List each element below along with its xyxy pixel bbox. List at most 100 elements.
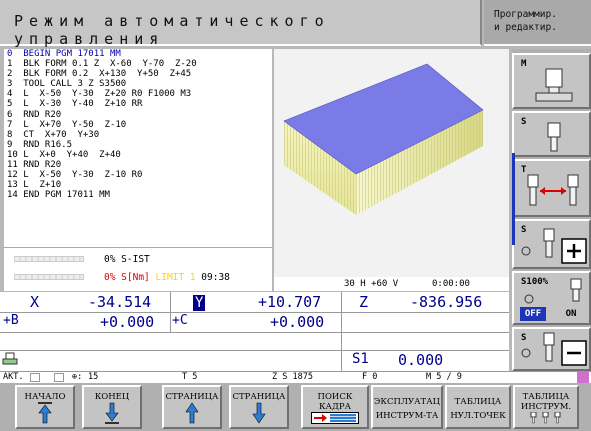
program-line[interactable]: 7 L X+70 Y-50 Z-10 [4, 120, 272, 130]
softkey-tool-table[interactable]: ТАБЛИЦА ИНСТРУМ. [513, 385, 579, 429]
axis-y-label: Y [193, 295, 206, 311]
view-angle: 30 H +60 V [344, 279, 399, 289]
s-function-softkey[interactable]: S [512, 111, 591, 157]
spindle-s-icon [547, 122, 561, 152]
bottom-softkey-bar: НАЧАЛО КОНЕЦ СТРАНИЦА СТРАНИЦА ПОИСК КАД… [0, 383, 591, 431]
position-display: X -34.514 Y +10.707 Z -836.956 +B +0.000… [0, 292, 509, 371]
softkey-tool-table-label: ТАБЛИЦА ИНСТРУМ. [520, 392, 572, 412]
tool-small-icon [2, 352, 18, 365]
spindle-plus-icon [521, 228, 587, 264]
softkey-begin-label: НАЧАЛО [24, 392, 66, 402]
arrow-up-to-top-icon [38, 402, 52, 424]
akt-label: AKT. [3, 372, 24, 382]
softkey-page-up[interactable]: СТРАНИЦА [162, 385, 222, 429]
spindle-small-icon [570, 278, 582, 302]
spindle-m-icon [535, 68, 573, 102]
mode-line-2: и редактир. [494, 22, 557, 33]
right-softkey-bar: M S T S S100% OFF ON S [512, 49, 591, 371]
program-line[interactable]: 6 RND R20 [4, 110, 272, 120]
axis-c-label: +C [172, 313, 188, 328]
load-bar-torque [14, 274, 84, 280]
axis-x-label: X [30, 293, 40, 311]
tool-change-icon [527, 174, 579, 206]
s-label: S [521, 117, 527, 127]
program-line[interactable]: 10 L X+0 Y+40 Z+40 [4, 150, 272, 160]
softkey-page-up-label: СТРАНИЦА [165, 392, 219, 402]
spindle-plus-softkey[interactable]: S [512, 219, 591, 269]
axis-y-value: +10.707 [258, 293, 322, 311]
softkey-datum-table[interactable]: ТАБЛИЦА НУЛ.ТОЧЕК [445, 385, 511, 429]
softkey-end[interactable]: КОНЕЦ [82, 385, 142, 429]
spindle-value: 0.000 [398, 351, 444, 369]
warning-icon [577, 372, 589, 383]
info-bar: AKT. ⊕: 15 T 5 Z S 1875 F 0 M 5 / 9 [0, 371, 591, 383]
program-line[interactable]: 13 L Z+10 [4, 180, 272, 190]
program-line[interactable]: 5 L X-30 Y-40 Z+10 RR [4, 99, 272, 109]
status-time: 09:38 [201, 272, 230, 283]
spindle-status: 0% S-IST 0% S[Nm] LIMIT 1 09:38 [4, 247, 272, 291]
softkey-block-scan[interactable]: ПОИСК КАДРА [301, 385, 369, 429]
off-toggle[interactable]: OFF [520, 307, 546, 321]
rotate-icon [524, 294, 534, 304]
mode-line-1: Программир. [494, 9, 557, 20]
softkey-block-scan-label: ПОИСК КАДРА [317, 392, 353, 412]
spindle-override-softkey[interactable]: S100% OFF ON [512, 271, 591, 325]
axis-x-value: -34.514 [88, 293, 152, 311]
feed-rate: F 0 [362, 372, 378, 382]
feed-override-icon: ⊕: [72, 372, 83, 382]
softkey-datum-table-label: ТАБЛИЦА НУЛ.ТОЧЕК [450, 397, 506, 421]
axis-b-value: +0.000 [100, 313, 155, 331]
spindle-minus-icon [521, 332, 587, 366]
arrow-down-icon [252, 402, 266, 424]
s100-label: S100% [521, 277, 549, 287]
softkey-tool-usage[interactable]: ЭКСПЛУАТАЦ ИНСТРУМ-ТА [371, 385, 443, 429]
spindle-label: S1 [352, 351, 369, 367]
arrow-up-icon [185, 402, 199, 424]
program-line[interactable]: 12 L X-50 Y-30 Z-10 R0 [4, 170, 272, 180]
s-ist-text: 0% S-IST [104, 254, 150, 265]
header-bar: Режим автоматического управления [0, 0, 482, 48]
m-function-softkey[interactable]: M [512, 53, 591, 109]
torque-text: 0% S[Nm] [104, 272, 150, 283]
arrow-down-to-bottom-icon [105, 402, 119, 424]
block-scan-icon [311, 412, 359, 424]
program-line[interactable]: 9 RND R16.5 [4, 140, 272, 150]
program-listing[interactable]: 0 BEGIN PGM 17011 MM 1 BLK FORM 0.1 Z X-… [4, 49, 272, 247]
page-title: Режим автоматического управления [14, 12, 330, 48]
program-line[interactable]: 11 RND R20 [4, 160, 272, 170]
softkey-page-down[interactable]: СТРАНИЦА [229, 385, 289, 429]
program-line[interactable]: 3 TOOL CALL 3 Z S3500 [4, 79, 272, 89]
m-label: M [521, 59, 527, 69]
program-line[interactable]: 2 BLK FORM 0.2 X+130 Y+50 Z+45 [4, 69, 272, 79]
scroll-indicator [512, 153, 515, 245]
program-line[interactable]: 0 BEGIN PGM 17011 MM [4, 49, 272, 59]
program-line[interactable]: 8 CT X+70 Y+30 [4, 130, 272, 140]
m-functions: M 5 / 9 [426, 372, 462, 382]
graphic-footer: 30 H +60 V 0:00:00 [274, 277, 509, 291]
program-line[interactable]: 4 L X-50 Y-30 Z+20 R0 F1000 M3 [4, 89, 272, 99]
softkey-begin[interactable]: НАЧАЛО [15, 385, 75, 429]
tnc-screen: Режим автоматического управления Програм… [0, 0, 591, 431]
load-bar-s-ist [14, 256, 84, 262]
axis-z-value: -836.956 [410, 293, 483, 311]
limit-text: LIMIT 1 [155, 272, 196, 283]
on-toggle[interactable]: ON [560, 307, 582, 321]
tool-table-icon [530, 412, 561, 424]
torque-status: 0% S[Nm] LIMIT 1 09:38 [104, 272, 230, 283]
spindle-minus-softkey[interactable]: S [512, 327, 591, 371]
feed-override: 15 [88, 372, 99, 382]
axis-z-label: Z [359, 293, 369, 311]
program-line[interactable]: 14 END PGM 17011 MM [4, 190, 272, 200]
mode-indicator[interactable]: Программир. и редактир. [484, 0, 591, 46]
softkey-end-label: КОНЕЦ [94, 392, 130, 402]
softkey-page-down-label: СТРАНИЦА [232, 392, 286, 402]
workpiece-block-icon [283, 63, 484, 215]
axis-b-label: +B [3, 313, 19, 328]
axis-c-value: +0.000 [270, 313, 325, 331]
program-line[interactable]: 1 BLK FORM 0.1 Z X-60 Y-70 Z-20 [4, 59, 272, 69]
workpiece-graphic [274, 49, 509, 277]
spindle-speed: Z S 1875 [272, 372, 313, 382]
tool-number: T 5 [182, 372, 198, 382]
softkey-tool-usage-label: ЭКСПЛУАТАЦ ИНСТРУМ-ТА [373, 397, 441, 421]
t-function-softkey[interactable]: T [512, 159, 591, 217]
